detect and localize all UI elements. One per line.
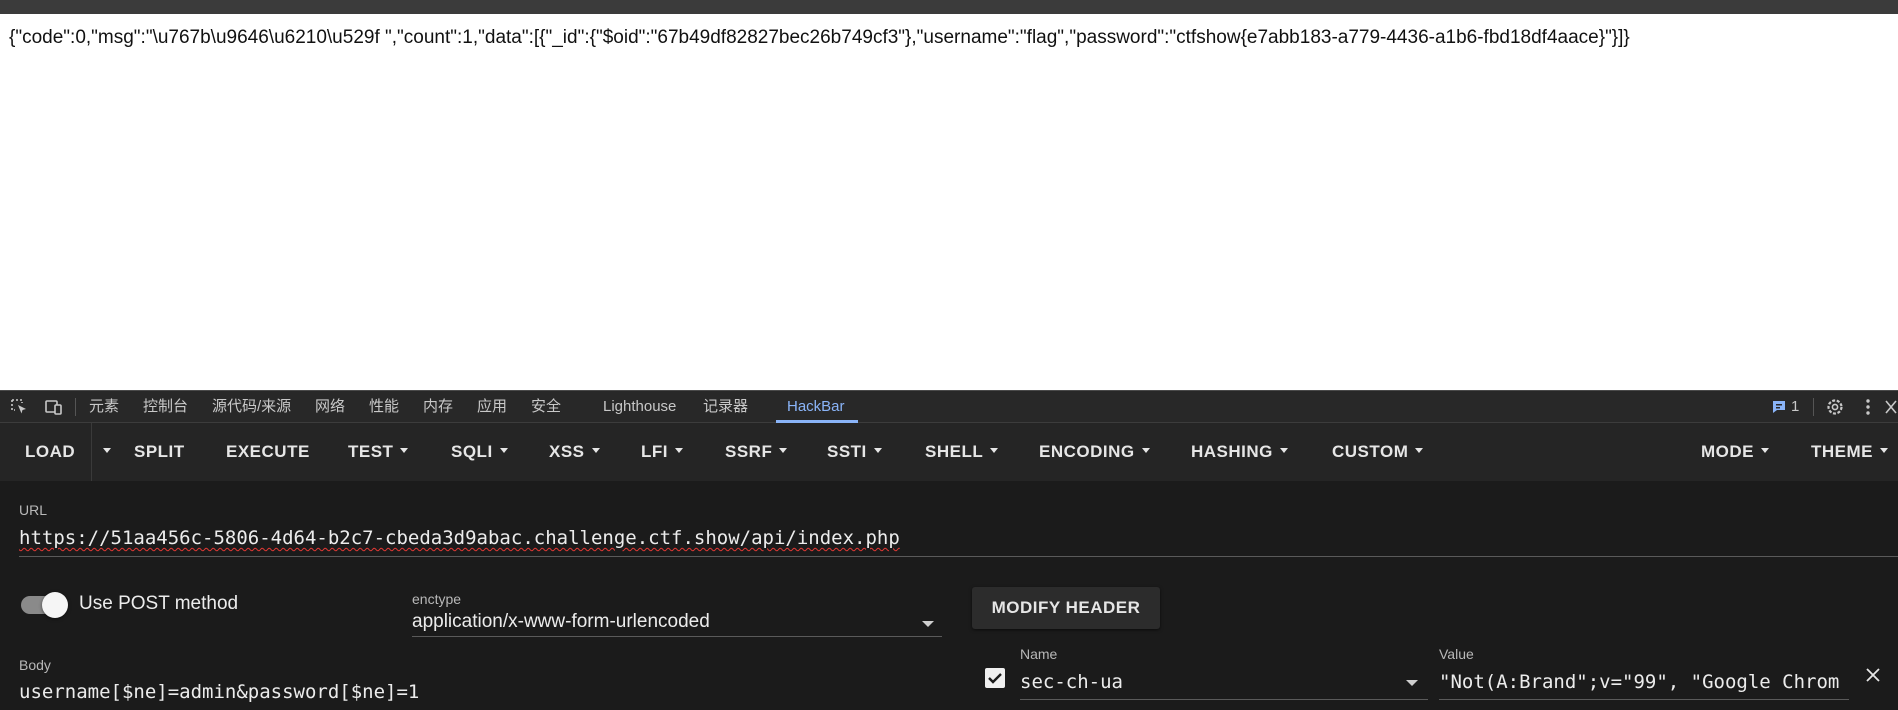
header-value-underline [1439,699,1849,700]
more-vert-icon[interactable] [1858,397,1878,417]
remove-header-button[interactable] [1862,664,1884,691]
ssrf-menu-label: SSRF [725,442,773,461]
chevron-down-icon [675,448,683,454]
ssti-menu-label: SSTI [827,442,867,461]
ssti-menu[interactable]: SSTI [827,423,882,481]
tab-network[interactable]: 网络 [315,391,345,423]
sqli-menu-label: SQLI [451,442,493,461]
devtools-tab-bar: 元素 控制台 源代码/来源 网络 性能 内存 应用 安全 Lighthouse … [0,390,1898,423]
test-menu[interactable]: TEST [348,423,409,481]
chevron-down-icon [1415,448,1424,454]
chevron-down-icon [1279,448,1288,454]
tab-elements[interactable]: 元素 [89,391,119,423]
tab-performance[interactable]: 性能 [369,391,399,423]
post-method-label: Use POST method [79,593,239,614]
close-icon [1866,668,1880,682]
enctype-label: enctype [412,591,462,607]
tab-hackbar[interactable]: HackBar [787,391,845,423]
tab-separator [75,398,76,416]
lfi-menu-label: LFI [641,442,668,461]
chevron-down-icon [1406,680,1418,686]
body-input[interactable]: username[$ne]=admin&password[$ne]=1 [19,681,419,703]
tab-recorder[interactable]: 记录器 [703,391,748,423]
chevron-down-icon [990,448,999,454]
inspect-element-icon[interactable] [9,397,29,417]
load-options-button[interactable] [96,423,111,481]
header-value-label: Value [1439,646,1474,662]
xss-menu[interactable]: XSS [549,423,600,481]
chevron-down-icon [400,448,409,454]
execute-button[interactable]: EXECUTE [226,423,310,481]
chevron-down-icon [103,448,111,454]
enctype-underline [412,636,942,637]
hashing-menu-label: HASHING [1191,442,1273,461]
mode-menu-label: MODE [1701,442,1754,461]
tab-application[interactable]: 应用 [477,391,507,423]
xss-menu-label: XSS [549,442,585,461]
chevron-down-icon [873,448,882,454]
close-icon[interactable] [1884,397,1898,417]
post-method-toggle-knob[interactable] [42,592,68,618]
split-button[interactable]: SPLIT [134,423,185,481]
url-label: URL [19,502,48,518]
url-input-underline [19,556,1898,557]
chevron-down-icon [922,621,934,627]
url-input-text: https://51aa456c-5806-4d64-b2c7-cbeda3d9… [19,527,900,549]
browser-top-bar [0,0,1898,14]
theme-menu[interactable]: THEME [1811,423,1888,481]
tab-lighthouse[interactable]: Lighthouse [603,391,676,423]
chevron-down-icon [1761,448,1769,454]
hashing-menu[interactable]: HASHING [1191,423,1288,481]
enctype-select[interactable]: application/x-www-form-urlencoded [412,611,710,633]
tab-security[interactable]: 安全 [531,391,561,423]
theme-menu-label: THEME [1811,442,1873,461]
header-enabled-checkbox[interactable] [985,668,1005,688]
chevron-down-icon [499,448,508,454]
issues-icon[interactable] [1771,399,1787,415]
lfi-menu[interactable]: LFI [641,423,683,481]
mode-menu[interactable]: MODE [1701,423,1769,481]
custom-menu[interactable]: CUSTOM [1332,423,1424,481]
sqli-menu[interactable]: SQLI [451,423,508,481]
tab-sources[interactable]: 源代码/来源 [212,391,291,423]
chevron-down-icon [1880,448,1888,454]
header-name-underline [1020,699,1428,700]
response-json-text: {"code":0,"msg":"\u767b\u9646\u6210\u529… [9,27,1630,48]
header-name-select[interactable]: sec-ch-ua [1020,671,1123,693]
tab-console[interactable]: 控制台 [143,391,188,423]
url-input[interactable]: https://51aa456c-5806-4d64-b2c7-cbeda3d9… [19,527,900,549]
load-button[interactable]: LOAD [25,423,75,481]
chevron-down-icon [1141,448,1150,454]
encoding-menu[interactable]: ENCODING [1039,423,1150,481]
check-icon [988,673,1002,684]
hackbar-toolbar: LOAD SPLIT EXECUTE TEST SQLI XSS LFI SSR… [0,423,1898,481]
settings-gear-icon[interactable] [1825,397,1845,417]
chevron-down-icon [591,448,600,454]
shell-menu[interactable]: SHELL [925,423,999,481]
test-menu-label: TEST [348,442,394,461]
modify-header-button[interactable]: MODIFY HEADER [972,587,1160,629]
device-toolbar-icon[interactable] [43,397,63,417]
custom-menu-label: CUSTOM [1332,442,1409,461]
issues-count[interactable]: 1 [1791,391,1799,423]
encoding-menu-label: ENCODING [1039,442,1135,461]
header-value-input[interactable]: "Not(A:Brand";v="99", "Google Chrom [1439,671,1849,693]
ssrf-menu[interactable]: SSRF [725,423,788,481]
body-label: Body [19,657,51,673]
shell-menu-label: SHELL [925,442,984,461]
header-name-label: Name [1020,646,1058,662]
tab-memory[interactable]: 内存 [423,391,453,423]
chevron-down-icon [779,448,788,454]
tab-separator [1813,398,1814,416]
toolbar-divider [91,423,92,481]
devtools-panel: 元素 控制台 源代码/来源 网络 性能 内存 应用 安全 Lighthouse … [0,390,1898,710]
body-input-text: username[$ne]=admin&password[$ne]=1 [19,681,420,703]
